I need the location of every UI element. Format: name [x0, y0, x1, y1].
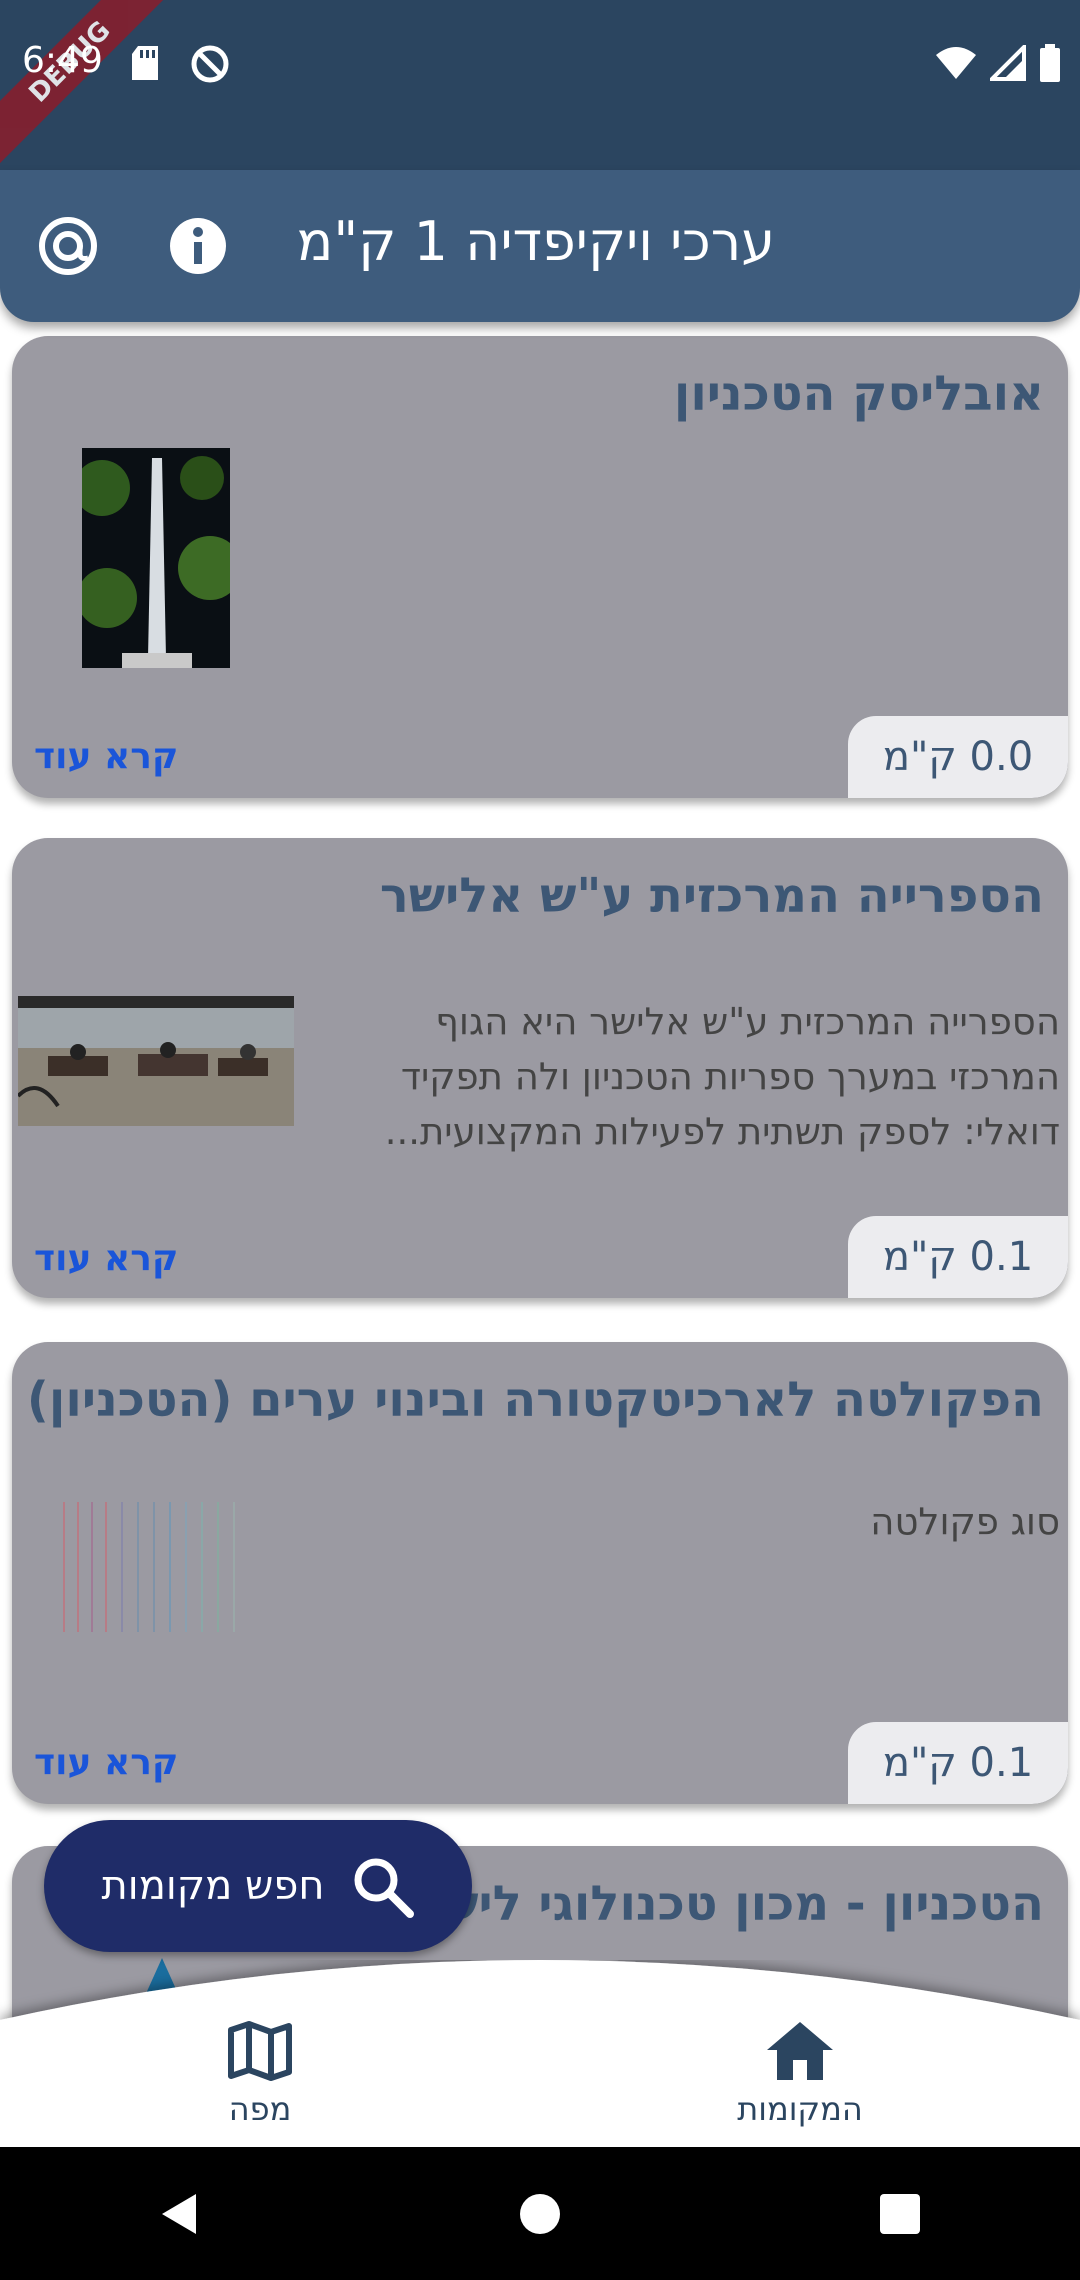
place-thumbnail [82, 448, 230, 668]
at-sign-icon [191, 45, 229, 83]
home-circle-icon[interactable] [518, 2192, 562, 2236]
info-icon[interactable] [168, 216, 228, 276]
debug-banner: DEBUG [0, 0, 178, 170]
search-places-button[interactable]: חפש מקומות [44, 1820, 472, 1952]
status-system-icons [934, 44, 1062, 82]
read-more-link[interactable]: קרא עוד [34, 1742, 178, 1783]
cell-signal-icon [990, 45, 1026, 81]
system-navigation-bar [0, 2147, 1080, 2280]
nav-item-places[interactable]: המקומות [700, 2020, 900, 2128]
search-icon [354, 1858, 415, 1918]
card-description: הספרייה המרכזית ע"ש אלישר היא הגוף המרכז… [384, 1000, 1060, 1153]
card-title: הפקולטה לארכיטקטורה ובינוי ערים (הטכניון… [26, 1372, 1044, 1428]
page-title: ערכי ויקיפדיה 1 ק"מ [296, 210, 775, 273]
search-places-label: חפש מקומות [101, 1863, 325, 1909]
card-description: סוג פקולטה [870, 1500, 1060, 1543]
recents-icon[interactable] [878, 2192, 922, 2236]
place-thumbnail [18, 996, 294, 1126]
status-bar: DEBUG 6:49 [0, 0, 1080, 170]
card-title: אובליסק הטכניון [673, 366, 1044, 422]
place-thumbnail [52, 1502, 272, 1632]
map-icon [228, 2021, 292, 2081]
back-icon[interactable] [158, 2192, 202, 2236]
place-card[interactable]: הספרייה המרכזית ע"ש אלישר הספרייה המרכזי… [12, 838, 1068, 1298]
at-sign-icon[interactable] [38, 216, 98, 276]
place-card[interactable]: אובליסק הטכניון קרא עוד 0.0 ק"מ [12, 336, 1068, 798]
read-more-link[interactable]: קרא עוד [34, 736, 178, 777]
nav-label-places: המקומות [737, 2090, 863, 2128]
places-list[interactable]: אובליסק הטכניון קרא עוד 0.0 ק"מ הספרייה … [0, 322, 1080, 2022]
wifi-icon [936, 47, 976, 79]
status-notification-icons [128, 44, 230, 84]
nav-label-map: מפה [228, 2090, 292, 2128]
status-time: 6:49 [22, 40, 103, 81]
nav-item-map[interactable]: מפה [160, 2020, 360, 2128]
battery-icon [1040, 44, 1060, 82]
home-icon [767, 2022, 833, 2080]
read-more-link[interactable]: קרא עוד [34, 1238, 178, 1279]
distance-badge: 0.0 ק"מ [848, 716, 1068, 798]
distance-badge: 0.1 ק"מ [848, 1216, 1068, 1298]
sd-card-icon [132, 46, 158, 80]
card-title: הספרייה המרכזית ע"ש אלישר [379, 868, 1044, 924]
distance-badge: 0.1 ק"מ [848, 1722, 1068, 1804]
app-bar: ערכי ויקיפדיה 1 ק"מ [0, 170, 1080, 322]
bottom-navigation: מפה המקומות [0, 1960, 1080, 2147]
place-card[interactable]: הפקולטה לארכיטקטורה ובינוי ערים (הטכניון… [12, 1342, 1068, 1804]
